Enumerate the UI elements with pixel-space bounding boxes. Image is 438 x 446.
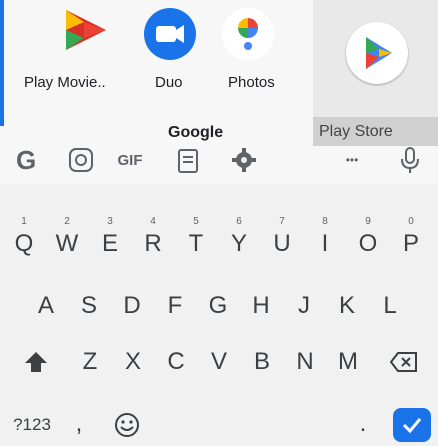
key-b[interactable]: B bbox=[242, 342, 282, 382]
clipboard-icon[interactable] bbox=[168, 140, 208, 180]
key-h[interactable]: H bbox=[241, 286, 281, 326]
backspace-icon bbox=[389, 352, 417, 372]
key-z[interactable]: Z bbox=[70, 342, 110, 382]
period-key[interactable]: . bbox=[348, 404, 378, 444]
app-duo[interactable] bbox=[142, 6, 198, 62]
gif-button[interactable]: GIF bbox=[110, 140, 150, 180]
keyboard-toolbar: G GIF ••• bbox=[0, 140, 438, 184]
app-play-store[interactable]: Play Store bbox=[313, 0, 438, 146]
symbols-key[interactable]: ?123 bbox=[6, 406, 58, 444]
accent-bar bbox=[0, 0, 4, 126]
key-q[interactable]: 1Q bbox=[4, 216, 44, 264]
key-d[interactable]: D bbox=[112, 286, 152, 326]
key-a[interactable]: A bbox=[26, 286, 66, 326]
key-t[interactable]: 5T bbox=[176, 216, 216, 264]
comma-key[interactable]: , bbox=[64, 404, 94, 444]
backspace-key[interactable] bbox=[380, 340, 428, 384]
key-g[interactable]: G bbox=[198, 286, 238, 326]
app-photos[interactable] bbox=[220, 6, 276, 62]
app-label-play-movies: Play Movie.. bbox=[24, 74, 106, 91]
space-key[interactable] bbox=[156, 406, 346, 444]
key-w[interactable]: 2W bbox=[47, 216, 87, 264]
key-y[interactable]: 6Y bbox=[219, 216, 259, 264]
key-p[interactable]: 0P bbox=[391, 216, 431, 264]
key-k[interactable]: K bbox=[327, 286, 367, 326]
key-v[interactable]: V bbox=[199, 342, 239, 382]
sticker-icon[interactable] bbox=[61, 140, 101, 180]
gif-icon: GIF bbox=[117, 151, 143, 169]
key-o[interactable]: 9O bbox=[348, 216, 388, 264]
key-u[interactable]: 7U bbox=[262, 216, 302, 264]
mic-icon[interactable] bbox=[390, 140, 430, 180]
shift-icon bbox=[25, 352, 47, 372]
app-label-duo: Duo bbox=[155, 74, 183, 91]
key-l[interactable]: L bbox=[370, 286, 410, 326]
key-m[interactable]: M bbox=[328, 342, 368, 382]
key-n[interactable]: N bbox=[285, 342, 325, 382]
key-r[interactable]: 4R bbox=[133, 216, 173, 264]
key-x[interactable]: X bbox=[113, 342, 153, 382]
app-label-photos: Photos bbox=[228, 74, 275, 91]
emoji-key[interactable] bbox=[108, 406, 146, 444]
svg-text:G: G bbox=[16, 145, 36, 175]
settings-icon[interactable] bbox=[224, 140, 264, 180]
check-icon bbox=[402, 418, 422, 434]
key-c[interactable]: C bbox=[156, 342, 196, 382]
app-play-movies[interactable] bbox=[62, 6, 132, 106]
enter-key[interactable] bbox=[393, 408, 431, 442]
key-i[interactable]: 8I bbox=[305, 216, 345, 264]
key-e[interactable]: 3E bbox=[90, 216, 130, 264]
emoji-icon bbox=[115, 413, 139, 437]
shift-key[interactable] bbox=[14, 340, 58, 384]
more-icon[interactable]: ••• bbox=[332, 140, 372, 180]
photos-icon bbox=[220, 6, 276, 62]
play-movies-icon bbox=[62, 6, 110, 54]
duo-icon bbox=[142, 6, 198, 62]
key-f[interactable]: F bbox=[155, 286, 195, 326]
key-s[interactable]: S bbox=[69, 286, 109, 326]
play-store-icon bbox=[346, 22, 408, 84]
keyboard: 1Q 2W 3E 4R 5T 6Y 7U 8I 9O 0P A S D F G … bbox=[0, 184, 438, 446]
key-j[interactable]: J bbox=[284, 286, 324, 326]
google-g-icon[interactable]: G bbox=[8, 140, 48, 180]
